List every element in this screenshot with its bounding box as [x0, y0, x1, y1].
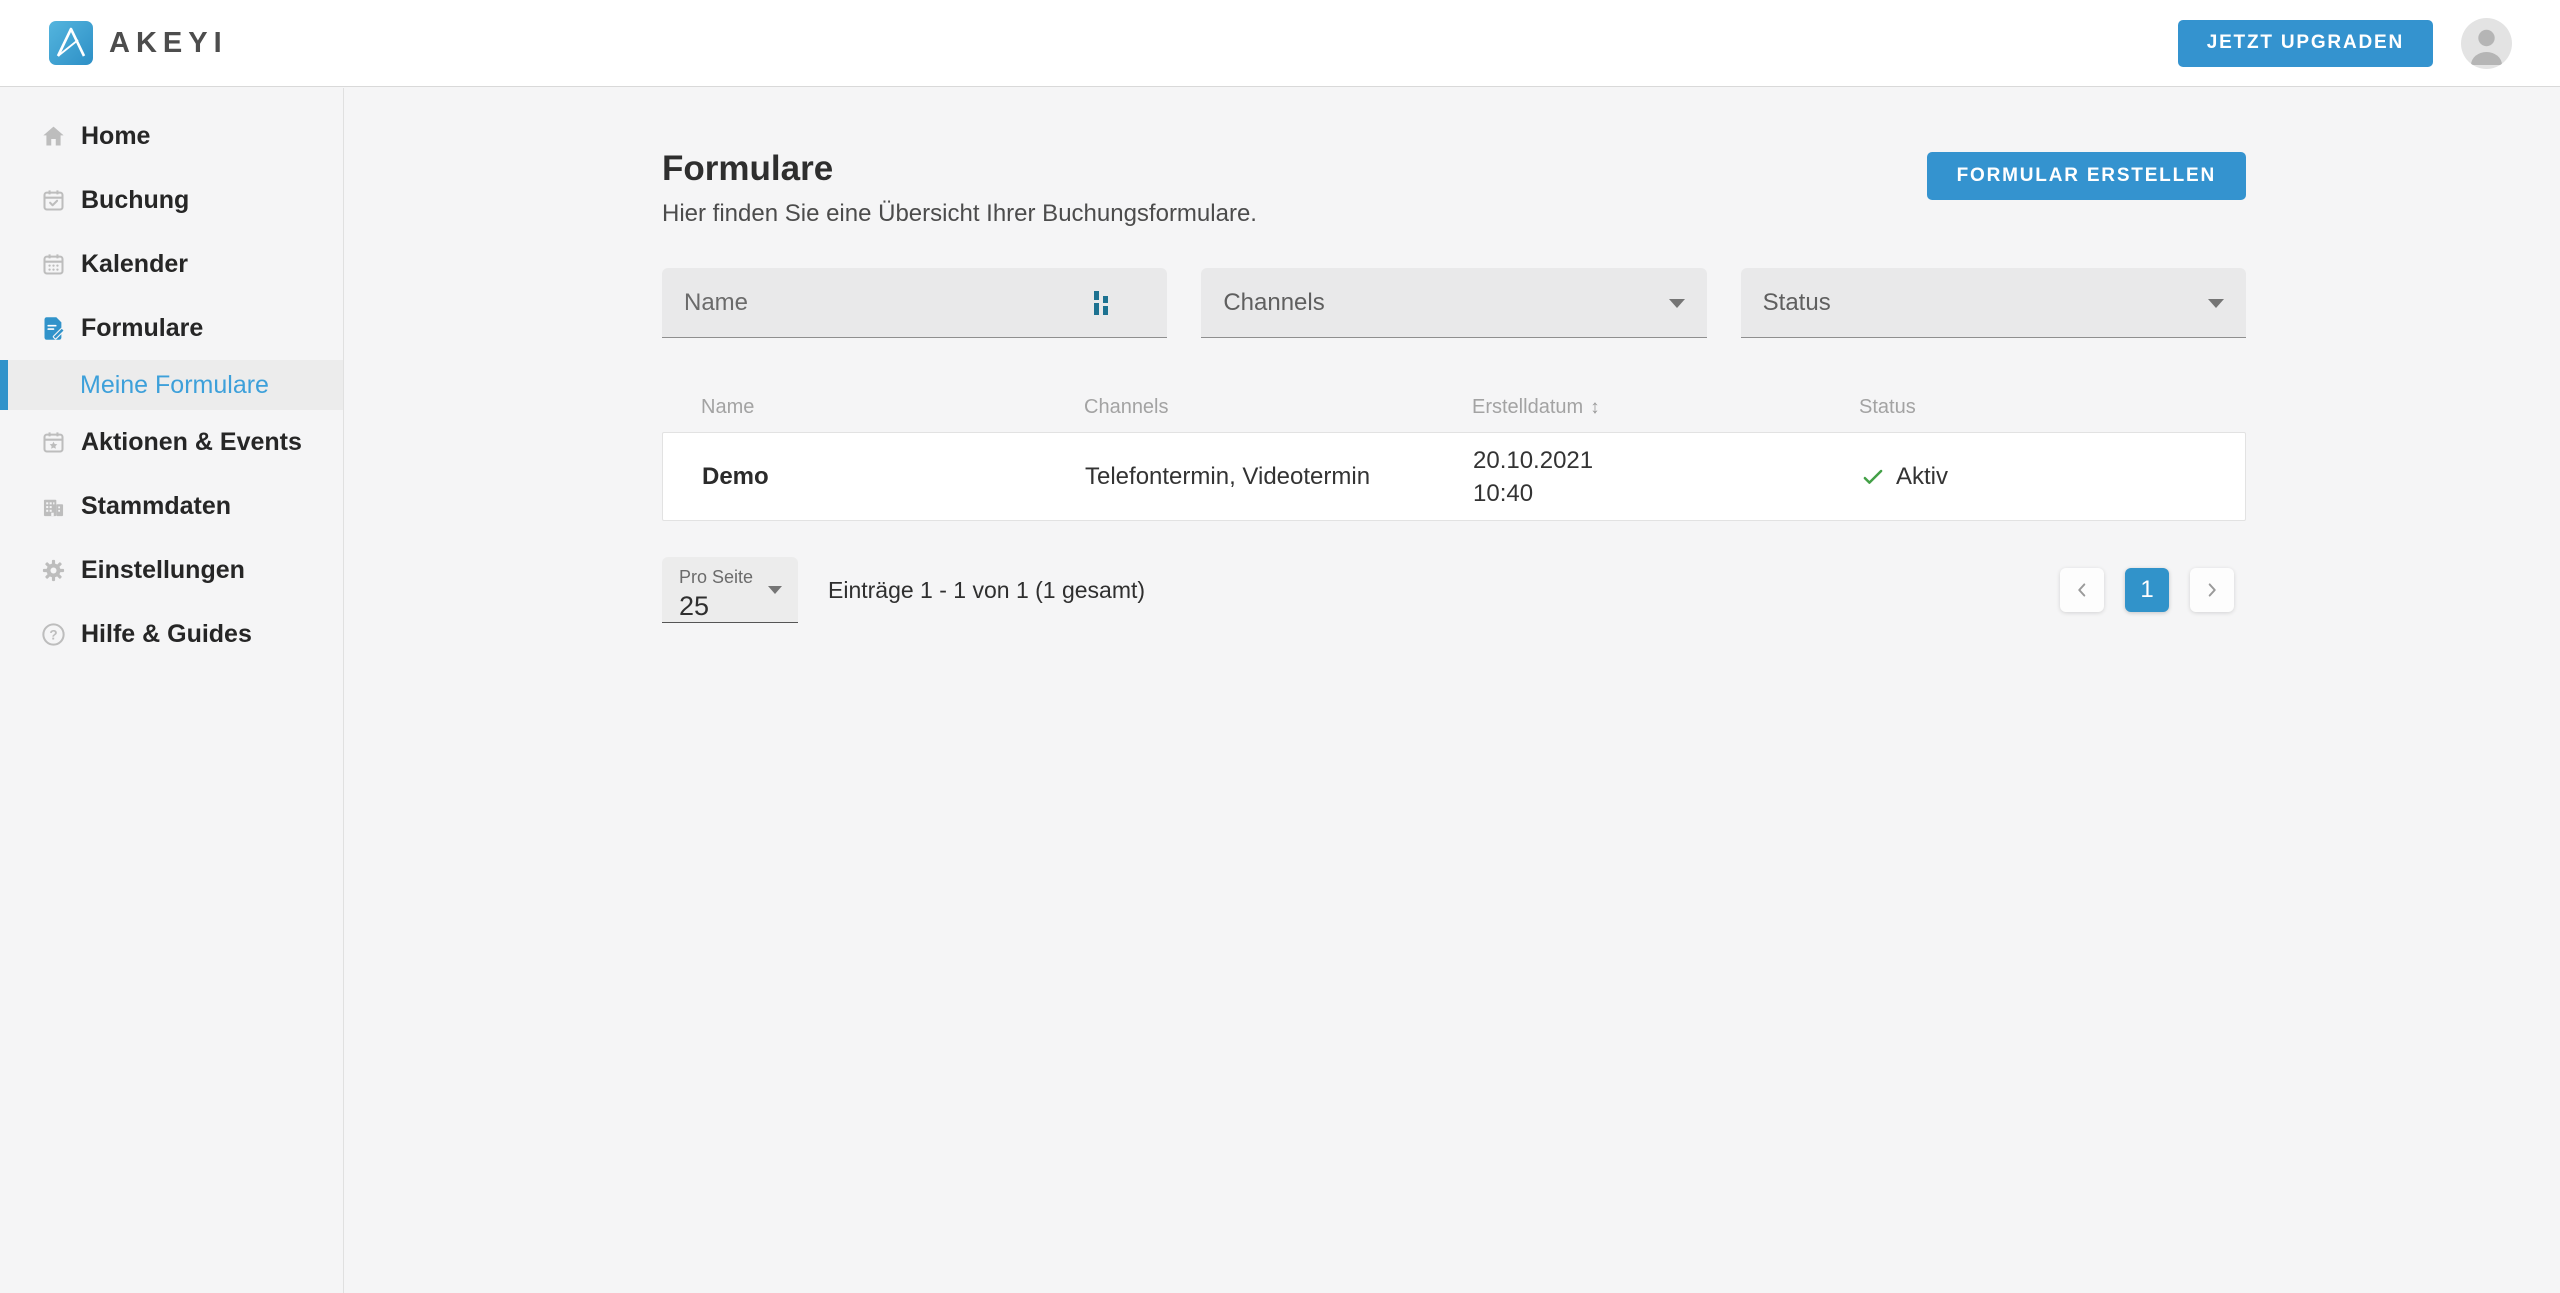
column-header-erstelldatum[interactable]: Erstelldatum ↕	[1433, 396, 1820, 419]
entries-summary: Einträge 1 - 1 von 1 (1 gesamt)	[828, 576, 1146, 603]
sidebar-item-kalender[interactable]: Kalender	[0, 232, 343, 296]
svg-text:?: ?	[49, 627, 57, 642]
form-icon	[40, 315, 67, 342]
chevron-down-icon	[2207, 298, 2224, 308]
column-header-channels: Channels	[1084, 396, 1169, 418]
help-icon: ?	[40, 621, 67, 648]
chevron-down-icon	[768, 585, 782, 594]
chevron-right-icon	[2208, 583, 2216, 597]
calendar-check-icon	[40, 187, 67, 214]
sidebar-item-label: Formulare	[81, 313, 204, 342]
chevron-left-icon	[2078, 583, 2086, 597]
sidebar-item-home[interactable]: Home	[0, 104, 343, 168]
sidebar-item-meine-formulare[interactable]: Meine Formulare	[0, 360, 343, 410]
sort-icon[interactable]: ↕	[1590, 397, 1600, 419]
sidebar-item-label: Buchung	[81, 185, 190, 214]
name-filter-input[interactable]	[684, 288, 1146, 317]
sidebar-item-einstellungen[interactable]: Einstellungen	[0, 538, 343, 602]
sidebar-subitem-label: Meine Formulare	[80, 370, 269, 399]
calendar-star-icon	[40, 429, 67, 456]
status-filter-select[interactable]: Status	[1740, 268, 2246, 338]
sidebar-item-stammdaten[interactable]: Stammdaten	[0, 474, 343, 538]
next-page-button[interactable]	[2190, 568, 2234, 612]
sidebar-item-aktionen-events[interactable]: Aktionen & Events	[0, 410, 343, 474]
channels-filter-label: Channels	[1223, 288, 1325, 316]
check-icon	[1863, 469, 1883, 484]
column-header-name: Name	[701, 396, 755, 418]
sidebar-item-label: Aktionen & Events	[81, 427, 302, 456]
table-header: Name Channels Erstelldatum ↕ Status	[662, 396, 2246, 419]
building-icon	[40, 493, 67, 520]
sidebar-item-label: Einstellungen	[81, 555, 245, 584]
chevron-down-icon	[1668, 298, 1685, 308]
upgrade-button[interactable]: JETZT UPGRADEN	[2177, 19, 2433, 67]
status-filter-label: Status	[1762, 288, 1831, 316]
per-page-select[interactable]: Pro Seite 25	[662, 557, 798, 623]
page-buttons: 1	[2060, 568, 2234, 612]
channels-filter-select[interactable]: Channels	[1201, 268, 1707, 338]
sidebar-item-formulare[interactable]: Formulare	[0, 296, 343, 360]
page-header-text: Formulare Hier finden Sie eine Übersicht…	[662, 148, 1257, 228]
avatar[interactable]	[2461, 17, 2512, 69]
user-avatar-icon	[2461, 17, 2512, 69]
sidebar-item-label: Kalender	[81, 249, 188, 278]
main-content: Formulare Hier finden Sie eine Übersicht…	[345, 88, 2560, 1293]
table-row[interactable]: Demo Telefontermin, Videotermin 20.10.20…	[662, 432, 2246, 521]
sidebar-item-label: Home	[81, 121, 151, 150]
row-name-cell: Demo	[702, 462, 769, 490]
calendar-icon	[40, 251, 67, 278]
sidebar-item-label: Hilfe & Guides	[81, 619, 252, 648]
page-1-button[interactable]: 1	[2125, 568, 2169, 612]
column-header-status: Status	[1859, 396, 1916, 418]
row-status-cell: Aktiv	[1821, 463, 2245, 491]
sidebar-item-label: Stammdaten	[81, 491, 232, 520]
sidebar-item-hilfe-guides[interactable]: ? Hilfe & Guides	[0, 602, 343, 666]
previous-page-button[interactable]	[2060, 568, 2104, 612]
create-form-button[interactable]: FORMULAR ERSTELLEN	[1926, 152, 2246, 200]
logo-mark-icon	[49, 21, 93, 65]
app-header: AKEYI JETZT UPGRADEN	[0, 0, 2560, 87]
status-badge: Aktiv	[1896, 462, 1949, 490]
app-logo[interactable]: AKEYI	[48, 20, 228, 66]
text-cursor-icon	[1094, 290, 1109, 316]
page-subtitle: Hier finden Sie eine Übersicht Ihrer Buc…	[662, 200, 1257, 227]
sidebar: Home Buchung Kalender Formulare Meine Fo…	[0, 88, 344, 1293]
row-time: 10:40	[1473, 479, 1534, 507]
filter-bar: Channels Status	[662, 268, 2246, 338]
home-icon	[40, 123, 67, 150]
sidebar-item-buchung[interactable]: Buchung	[0, 168, 343, 232]
row-channels-cell: Telefontermin, Videotermin	[1085, 462, 1371, 490]
name-filter-field[interactable]	[662, 268, 1168, 338]
page-title: Formulare	[662, 149, 834, 188]
per-page-value: 25	[679, 591, 710, 621]
logo-text: AKEYI	[109, 26, 228, 59]
pagination-bar: Pro Seite 25 Einträge 1 - 1 von 1 (1 ges…	[662, 557, 2246, 623]
row-date-cell: 20.10.2021 10:40	[1434, 444, 1821, 510]
row-date: 20.10.2021	[1473, 446, 1594, 474]
gear-icon	[40, 557, 67, 584]
